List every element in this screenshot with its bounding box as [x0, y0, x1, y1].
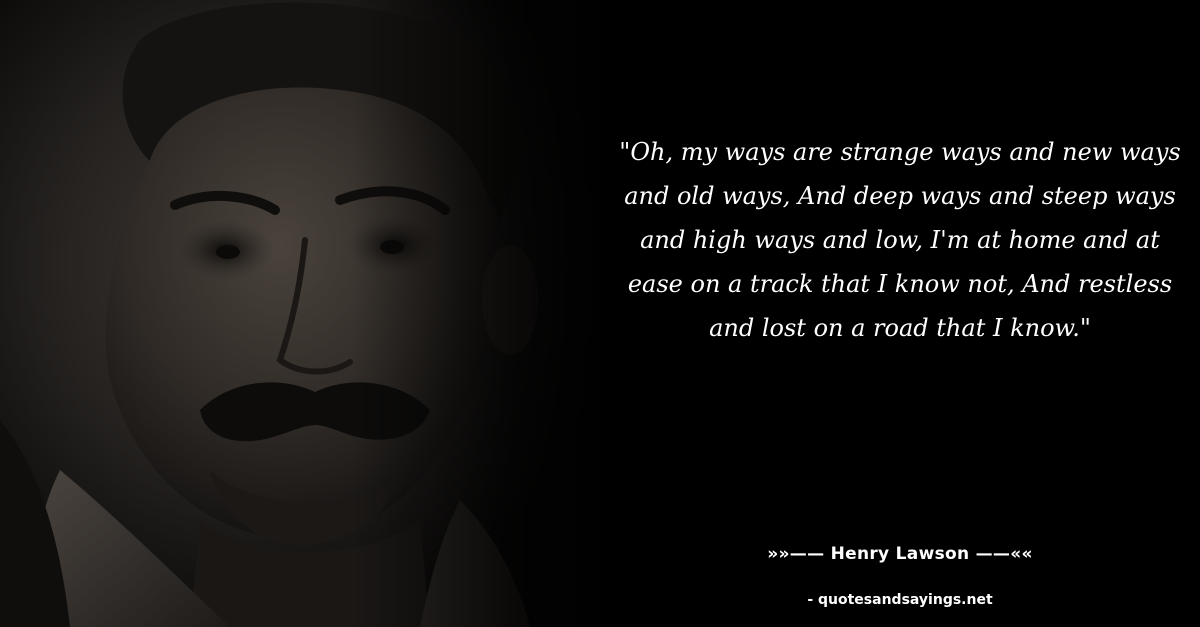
author-portrait	[0, 0, 600, 627]
quote-card: "Oh, my ways are strange ways and new wa…	[0, 0, 1200, 627]
source-credit: - quotesandsayings.net	[807, 592, 993, 608]
quote-text: "Oh, my ways are strange ways and new wa…	[619, 138, 1181, 342]
author-name: »»—— Henry Lawson ——««	[767, 544, 1033, 564]
